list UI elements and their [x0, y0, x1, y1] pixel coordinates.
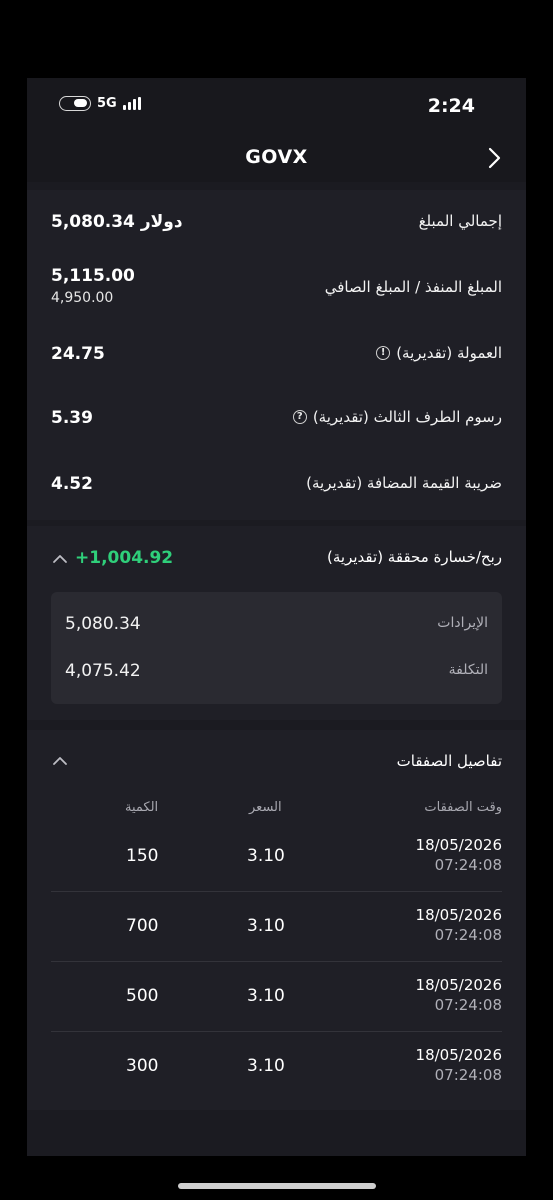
cost-value: 4,075.42 — [65, 661, 141, 681]
trade-time: 07:24:08 — [434, 1066, 502, 1084]
total-amount-value: 5,080.34 دولار — [51, 212, 183, 232]
help-icon[interactable]: ? — [292, 410, 307, 424]
trade-date: 18/05/2026 — [415, 1046, 502, 1064]
third-party-fees-value: 5.39 — [51, 408, 93, 428]
trade-details-card: تفاصيل الصفقات وقت الصفقات السعر الكمية … — [27, 730, 526, 1110]
signal-icon — [122, 97, 141, 110]
trade-time: 07:24:08 — [434, 926, 502, 944]
realized-pnl-value: +1,004.92 — [75, 548, 174, 568]
order-summary-card: إجمالي المبلغ 5,080.34 دولار المبلغ المن… — [27, 190, 526, 520]
cost-label: التكلفة — [448, 662, 488, 678]
status-bar: 5G 2:24 — [27, 78, 526, 134]
vat-label: ضريبة القيمة المضافة (تقديرية) — [306, 474, 502, 492]
trade-date: 18/05/2026 — [415, 906, 502, 924]
executed-net-label: المبلغ المنفذ / المبلغ الصافي — [324, 278, 502, 296]
app-screen: 5G 2:24 GOVX إجمالي المبلغ 5,080.34 دولا… — [27, 78, 526, 1156]
status-time: 2:24 — [427, 95, 475, 117]
trade-details-title: تفاصيل الصفقات — [396, 752, 502, 770]
warning-info-icon[interactable]: ! — [376, 346, 391, 360]
vat-value: 4.52 — [51, 474, 93, 494]
commission-label: العمولة (تقديرية) — [396, 344, 502, 362]
table-row: 18/05/2026 07:24:08 3.10 300 — [51, 1032, 502, 1102]
column-header-quantity: الكمية — [125, 800, 159, 815]
trade-quantity: 150 — [126, 846, 159, 866]
revenue-label: الإيرادات — [437, 615, 488, 631]
trade-time: 07:24:08 — [434, 996, 502, 1014]
total-amount-label: إجمالي المبلغ — [418, 212, 502, 230]
revenue-value: 5,080.34 — [65, 614, 141, 634]
table-row: 18/05/2026 07:24:08 3.10 500 — [51, 962, 502, 1032]
realized-pnl-label: ربح/خسارة محققة (تقديرية) — [327, 548, 502, 566]
battery-icon — [59, 96, 91, 111]
column-header-price: السعر — [249, 800, 282, 815]
column-header-time: وقت الصفقات — [424, 800, 502, 815]
commission-label-group: العمولة (تقديرية) ! — [376, 344, 502, 362]
trade-quantity: 500 — [126, 986, 159, 1006]
trade-price: 3.10 — [247, 846, 285, 866]
chevron-up-icon[interactable] — [51, 752, 69, 770]
trade-price: 3.10 — [247, 1056, 285, 1076]
trade-quantity: 700 — [126, 916, 159, 936]
third-party-fees-label-group: رسوم الطرف الثالث (تقديرية) ? — [292, 408, 502, 426]
trade-time: 07:24:08 — [434, 856, 502, 874]
network-type: 5G — [97, 96, 117, 111]
trade-price: 3.10 — [247, 986, 285, 1006]
executed-amount-value: 5,115.00 — [51, 266, 135, 286]
table-row: 18/05/2026 07:24:08 3.10 700 — [51, 892, 502, 962]
status-indicators: 5G — [59, 96, 141, 111]
trade-date: 18/05/2026 — [415, 976, 502, 994]
realized-pnl-card: ربح/خسارة محققة (تقديرية) +1,004.92 الإي… — [27, 526, 526, 720]
trade-date: 18/05/2026 — [415, 836, 502, 854]
page-title: GOVX — [245, 146, 308, 168]
nav-bar: GOVX — [27, 134, 526, 182]
trade-quantity: 300 — [126, 1056, 159, 1076]
net-amount-value: 4,950.00 — [51, 290, 114, 306]
table-row: 18/05/2026 07:24:08 3.10 150 — [51, 822, 502, 892]
commission-value: 24.75 — [51, 344, 105, 364]
home-indicator[interactable] — [178, 1183, 376, 1189]
trade-price: 3.10 — [247, 916, 285, 936]
pnl-breakdown-panel: الإيرادات 5,080.34 التكلفة 4,075.42 — [51, 592, 502, 704]
chevron-right-icon[interactable] — [482, 146, 506, 170]
third-party-fees-label: رسوم الطرف الثالث (تقديرية) — [312, 408, 502, 426]
chevron-up-icon[interactable] — [51, 550, 69, 568]
